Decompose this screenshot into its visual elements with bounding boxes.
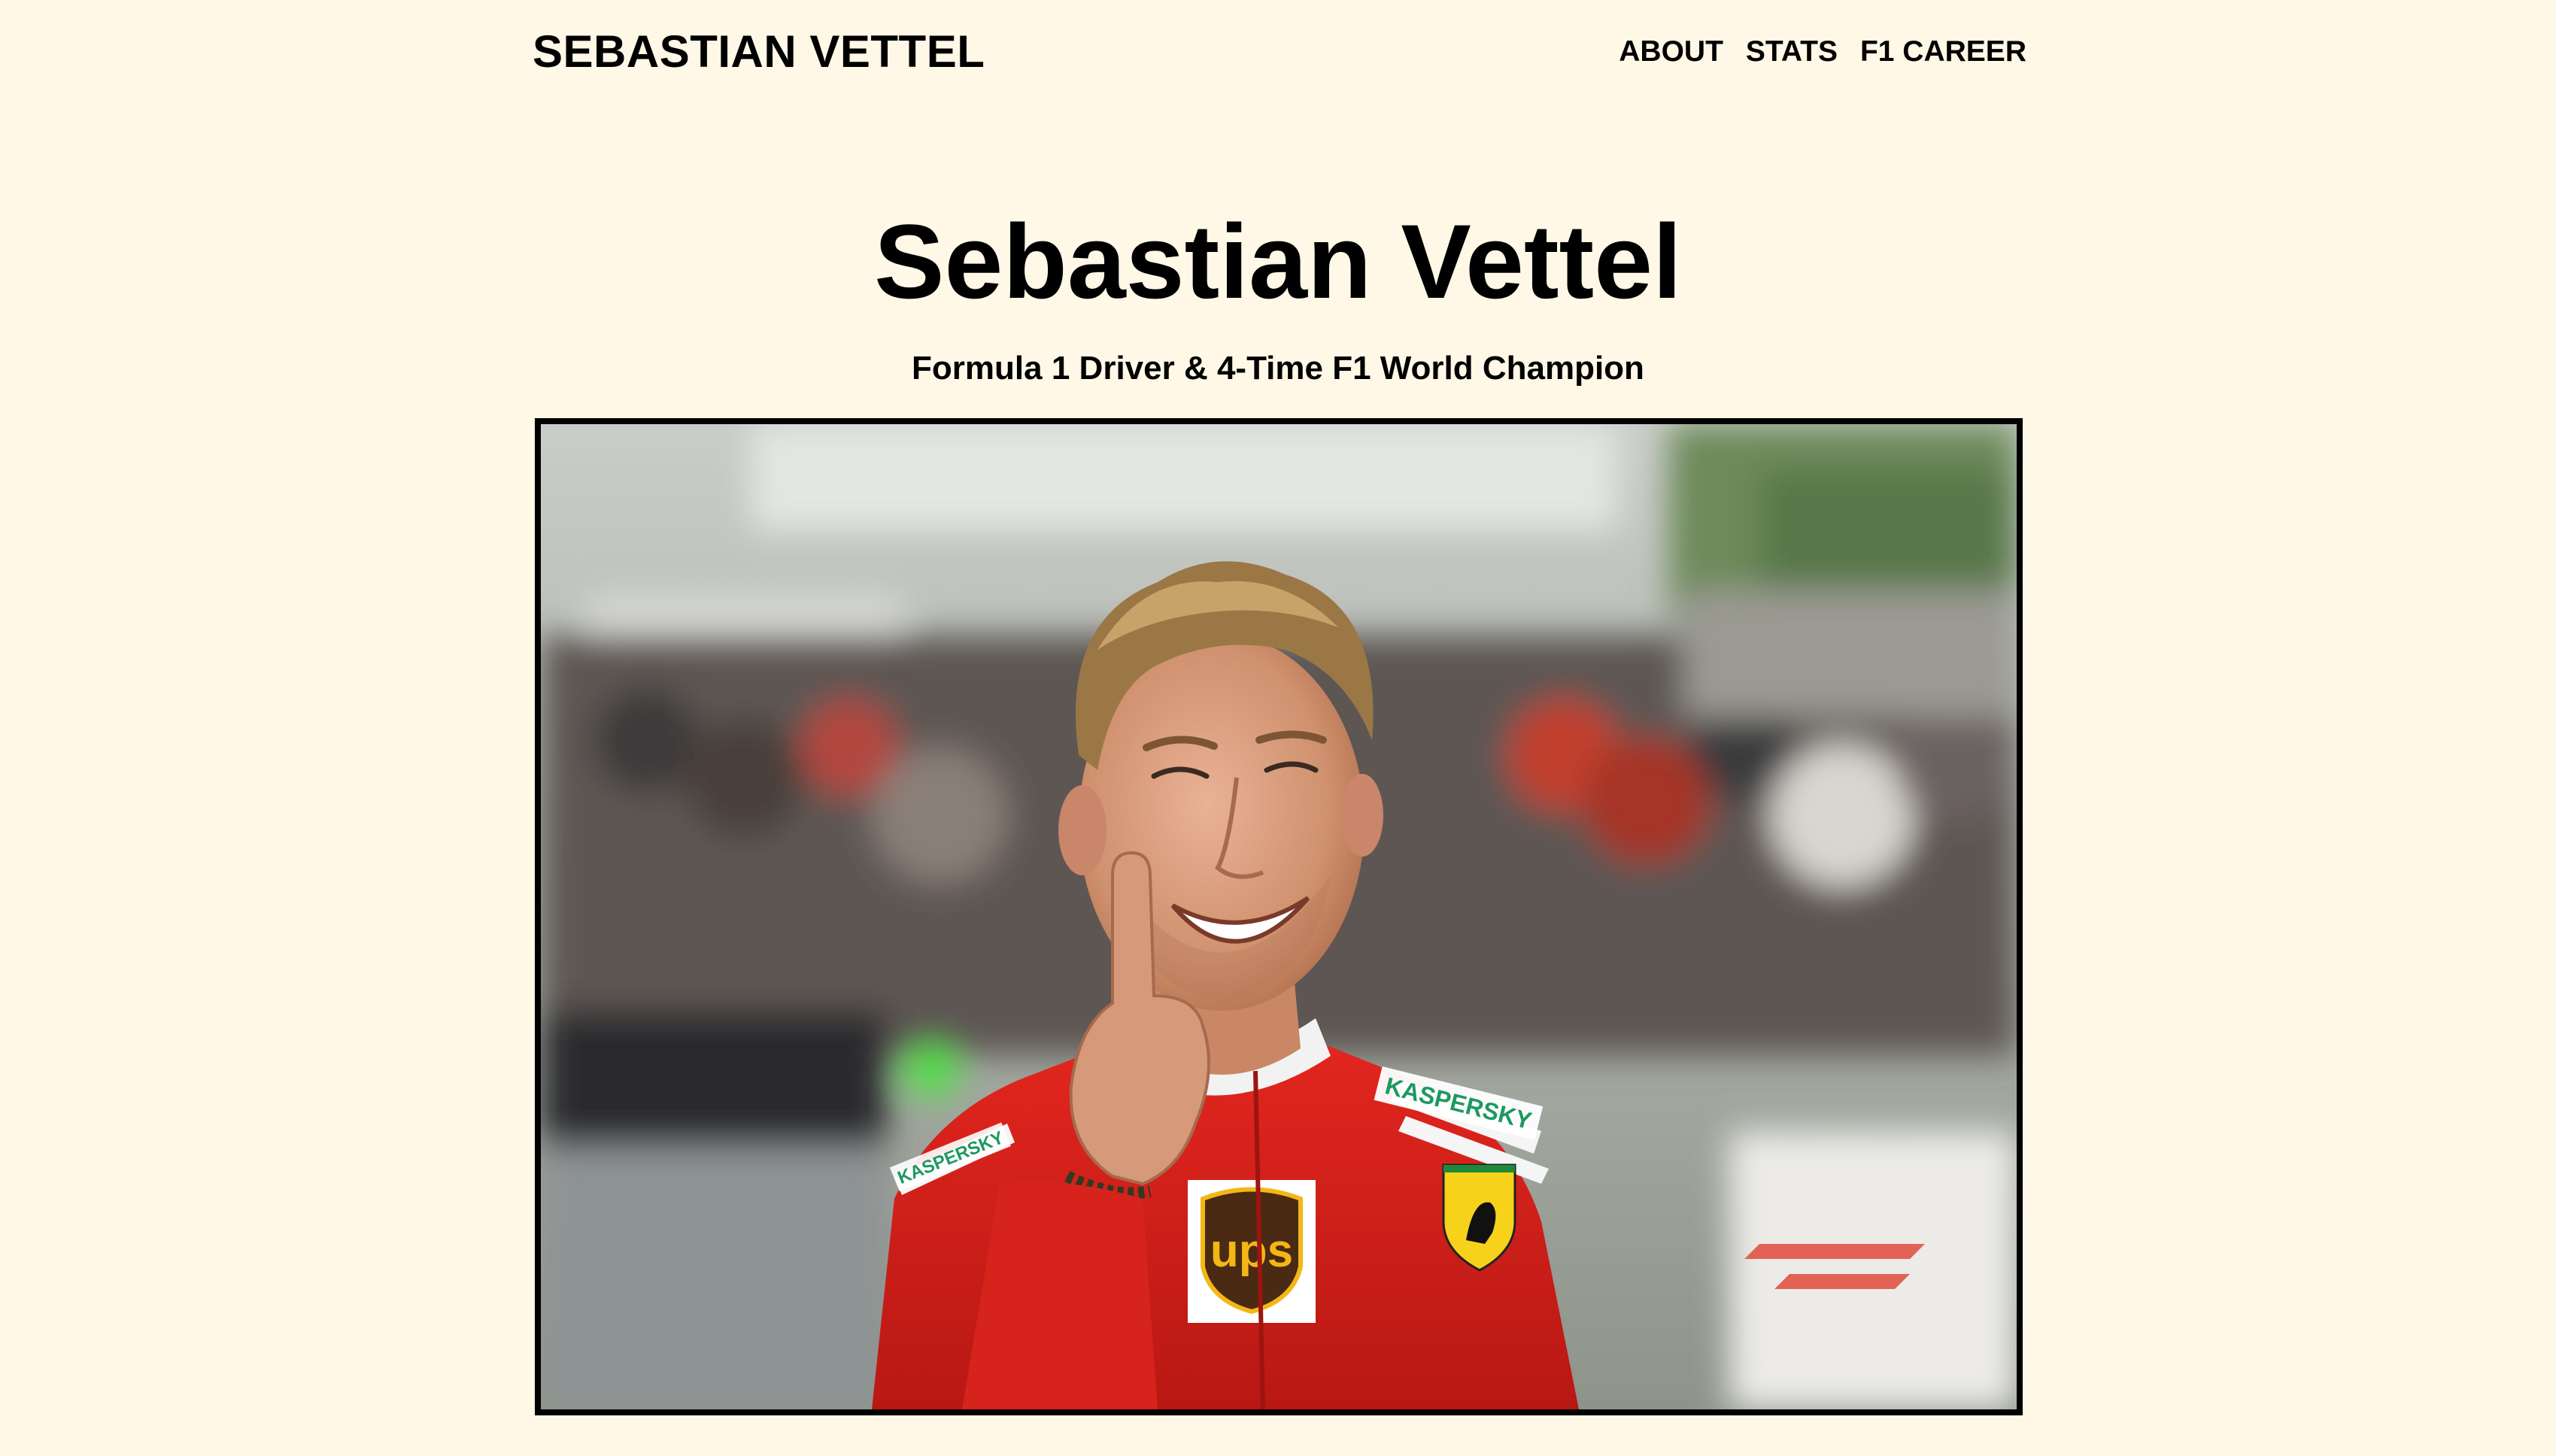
hero-photo: KASPERSKY KASPERSKY ups <box>535 418 2023 1415</box>
brand-logo-text[interactable]: SEBASTIAN VETTEL <box>533 26 985 78</box>
svg-text:ups: ups <box>1210 1225 1293 1277</box>
hero-title: Sebastian Vettel <box>874 202 1682 320</box>
nav-stats-link[interactable]: STATS <box>1746 33 1838 71</box>
nav-about-link[interactable]: ABOUT <box>1619 33 1723 71</box>
main-nav: ABOUT STATS F1 CAREER <box>1619 33 2026 71</box>
site-header: SEBASTIAN VETTEL ABOUT STATS F1 CAREER <box>0 0 2556 105</box>
driver-photo-illustration: KASPERSKY KASPERSKY ups <box>541 424 2017 1409</box>
nav-f1-career-link[interactable]: F1 CAREER <box>1860 33 2026 71</box>
hero-subtitle: Formula 1 Driver & 4-Time F1 World Champ… <box>912 350 1644 387</box>
